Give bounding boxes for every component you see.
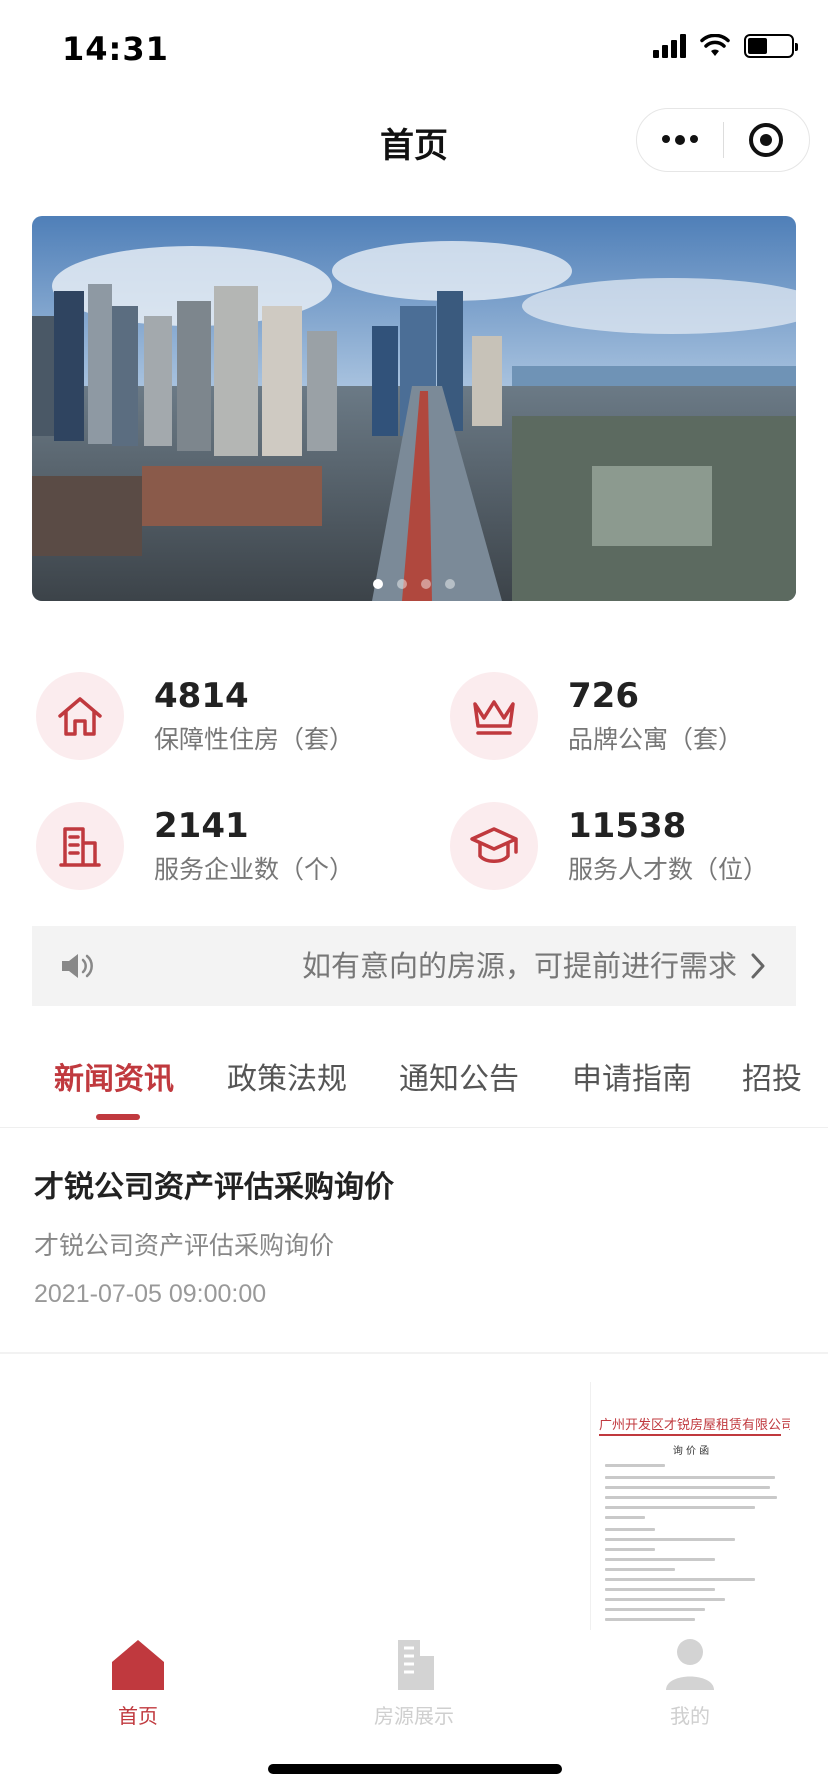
stat-enterprises[interactable]: 2141 服务企业数（个） xyxy=(36,796,416,896)
chevron-right-icon[interactable] xyxy=(750,952,766,980)
tabbar-label: 首页 xyxy=(118,1704,158,1728)
building-icon xyxy=(36,802,124,890)
active-tab-indicator xyxy=(96,1114,140,1120)
more-button[interactable] xyxy=(637,109,723,171)
stat-value: 2141 xyxy=(154,806,249,846)
status-bar: 14:31 xyxy=(0,0,828,96)
close-miniprogram-button[interactable] xyxy=(724,109,810,171)
wifi-icon xyxy=(700,34,730,56)
document-rule xyxy=(599,1434,781,1436)
tabbar-label: 房源展示 xyxy=(374,1704,454,1728)
tabbar-label: 我的 xyxy=(670,1704,710,1728)
tabbar-listings[interactable]: 房源展示 xyxy=(334,1636,494,1729)
building-icon xyxy=(398,1640,434,1690)
house-icon xyxy=(36,672,124,760)
tab-bidding[interactable]: 招投 xyxy=(742,1058,802,1102)
stat-value: 726 xyxy=(568,676,639,716)
tab-guide[interactable]: 申请指南 xyxy=(572,1058,692,1102)
stat-value: 4814 xyxy=(154,676,249,716)
status-icons xyxy=(653,34,798,58)
divider xyxy=(0,1127,828,1128)
tab-policies[interactable]: 政策法规 xyxy=(227,1058,347,1102)
graduation-cap-icon xyxy=(450,802,538,890)
user-icon xyxy=(666,1639,714,1690)
news-date: 2021-07-05 09:00:00 xyxy=(34,1280,267,1308)
stat-affordable-housing[interactable]: 4814 保障性住房（套） xyxy=(36,666,416,766)
city-skyline-image xyxy=(32,216,796,601)
divider xyxy=(0,1352,828,1354)
crown-icon xyxy=(450,672,538,760)
tabbar-home[interactable]: 首页 xyxy=(58,1636,218,1729)
home-indicator[interactable] xyxy=(268,1764,562,1774)
banner-carousel[interactable] xyxy=(32,216,796,601)
document-company: 广州开发区才锐房屋租赁有限公司 xyxy=(599,1418,790,1433)
document-heading: 询 价 函 xyxy=(672,1446,710,1457)
tabbar-profile[interactable]: 我的 xyxy=(610,1636,770,1729)
tab-notices[interactable]: 通知公告 xyxy=(399,1058,519,1102)
category-tabs: 新闻资讯 政策法规 通知公告 申请指南 招投 xyxy=(0,1050,828,1128)
tab-news[interactable]: 新闻资讯 xyxy=(54,1058,174,1102)
bottom-tab-bar: 首页 房源展示 我的 xyxy=(0,1630,828,1738)
news-title[interactable]: 才锐公司资产评估采购询价 xyxy=(34,1162,394,1206)
target-icon xyxy=(749,123,784,157)
stat-value: 11538 xyxy=(568,806,687,846)
status-time: 14:31 xyxy=(62,30,169,68)
stat-label: 保障性住房（套） xyxy=(154,725,355,754)
news-summary: 才锐公司资产评估采购询价 xyxy=(34,1231,335,1260)
notice-bar[interactable]: 如有意向的房源，可提前进行需求 xyxy=(32,926,796,1006)
stat-label: 服务企业数（个） xyxy=(154,855,355,884)
stat-talents[interactable]: 11538 服务人才数（位） xyxy=(450,796,828,896)
battery-icon xyxy=(744,34,798,58)
cellular-signal-icon xyxy=(653,34,686,58)
document-thumbnail[interactable]: 广州开发区才锐房屋租赁有限公司 询 价 函 xyxy=(590,1382,790,1632)
home-icon xyxy=(112,1640,164,1690)
speaker-icon xyxy=(62,954,93,978)
notice-text: 如有意向的房源，可提前进行需求 xyxy=(302,949,738,983)
stat-brand-apartments[interactable]: 726 品牌公寓（套） xyxy=(450,666,828,766)
stat-label: 服务人才数（位） xyxy=(568,855,769,884)
carousel-indicator xyxy=(32,579,796,589)
more-dots-icon xyxy=(661,135,698,145)
stat-label: 品牌公寓（套） xyxy=(568,725,744,754)
miniprogram-capsule xyxy=(636,108,810,172)
